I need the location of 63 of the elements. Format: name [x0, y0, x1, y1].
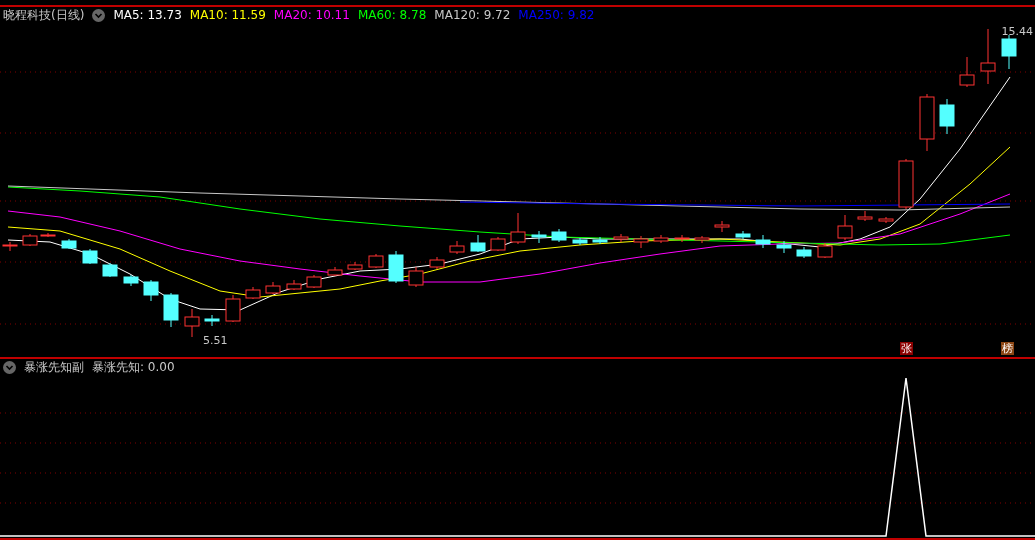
candlestick — [510, 212, 526, 245]
candlestick — [653, 234, 669, 244]
candlestick — [470, 234, 486, 253]
candlestick — [184, 308, 200, 338]
candlestick — [1001, 34, 1017, 70]
candlestick — [714, 220, 730, 233]
moving-average-label: MA20: 10.11 — [273, 8, 350, 23]
candlestick — [755, 234, 771, 249]
indicator-value: 暴涨先知: 0.00 — [92, 358, 175, 376]
candlestick — [919, 93, 935, 152]
candlestick — [898, 158, 914, 210]
candlestick — [408, 266, 424, 288]
candlestick — [878, 216, 894, 224]
high-price-label: 15.44 — [1001, 24, 1033, 38]
candlestick — [204, 314, 220, 327]
candlestick — [939, 98, 955, 135]
signal-badge: 榜 — [1001, 341, 1014, 355]
candlestick — [531, 230, 547, 244]
candlestick — [61, 238, 77, 250]
candlestick — [286, 279, 302, 291]
candlestick — [368, 253, 384, 269]
candlestick — [265, 281, 281, 295]
candlestick — [22, 233, 38, 247]
candlestick — [572, 237, 588, 246]
candlestick — [735, 230, 751, 240]
candlestick — [40, 232, 56, 238]
candlestick — [388, 250, 404, 284]
dropdown-icon[interactable] — [92, 8, 106, 22]
candlestick — [837, 214, 853, 241]
candlestick — [102, 262, 118, 278]
candlestick — [82, 248, 98, 265]
moving-average-label: MA5: 13.73 — [113, 8, 182, 23]
moving-average-label: MA250: 9.82 — [518, 8, 595, 23]
candlestick — [245, 286, 261, 300]
candlestick — [163, 292, 179, 328]
candlestick — [592, 236, 608, 245]
candlestick — [327, 266, 343, 277]
candlestick — [633, 235, 649, 249]
candlestick — [980, 28, 996, 85]
moving-average-label: MA10: 11.59 — [189, 8, 266, 23]
candlestick — [857, 210, 873, 222]
candlestick — [551, 228, 567, 243]
candlestick — [429, 256, 445, 270]
candlestick — [143, 279, 159, 302]
candlestick — [490, 236, 506, 252]
stock-title: 晓程科技(日线) — [3, 6, 85, 24]
candlestick — [225, 294, 241, 323]
candlestick — [347, 261, 363, 271]
candlestick — [123, 274, 139, 287]
low-price-label: 5.51 — [203, 333, 228, 347]
candlestick — [817, 242, 833, 259]
candlestick — [796, 246, 812, 259]
candlestick — [306, 274, 322, 289]
dropdown-icon[interactable] — [3, 360, 16, 374]
signal-badge: 张 — [900, 341, 913, 355]
candlestick — [776, 240, 792, 254]
candlestick — [959, 56, 975, 88]
moving-average-label: MA120: 9.72 — [434, 8, 511, 23]
candlestick — [449, 240, 465, 255]
moving-average-label: MA60: 8.78 — [357, 8, 427, 23]
indicator-name: 暴涨先知副 — [24, 358, 84, 376]
candlestick — [694, 235, 710, 244]
candlestick — [613, 233, 629, 243]
